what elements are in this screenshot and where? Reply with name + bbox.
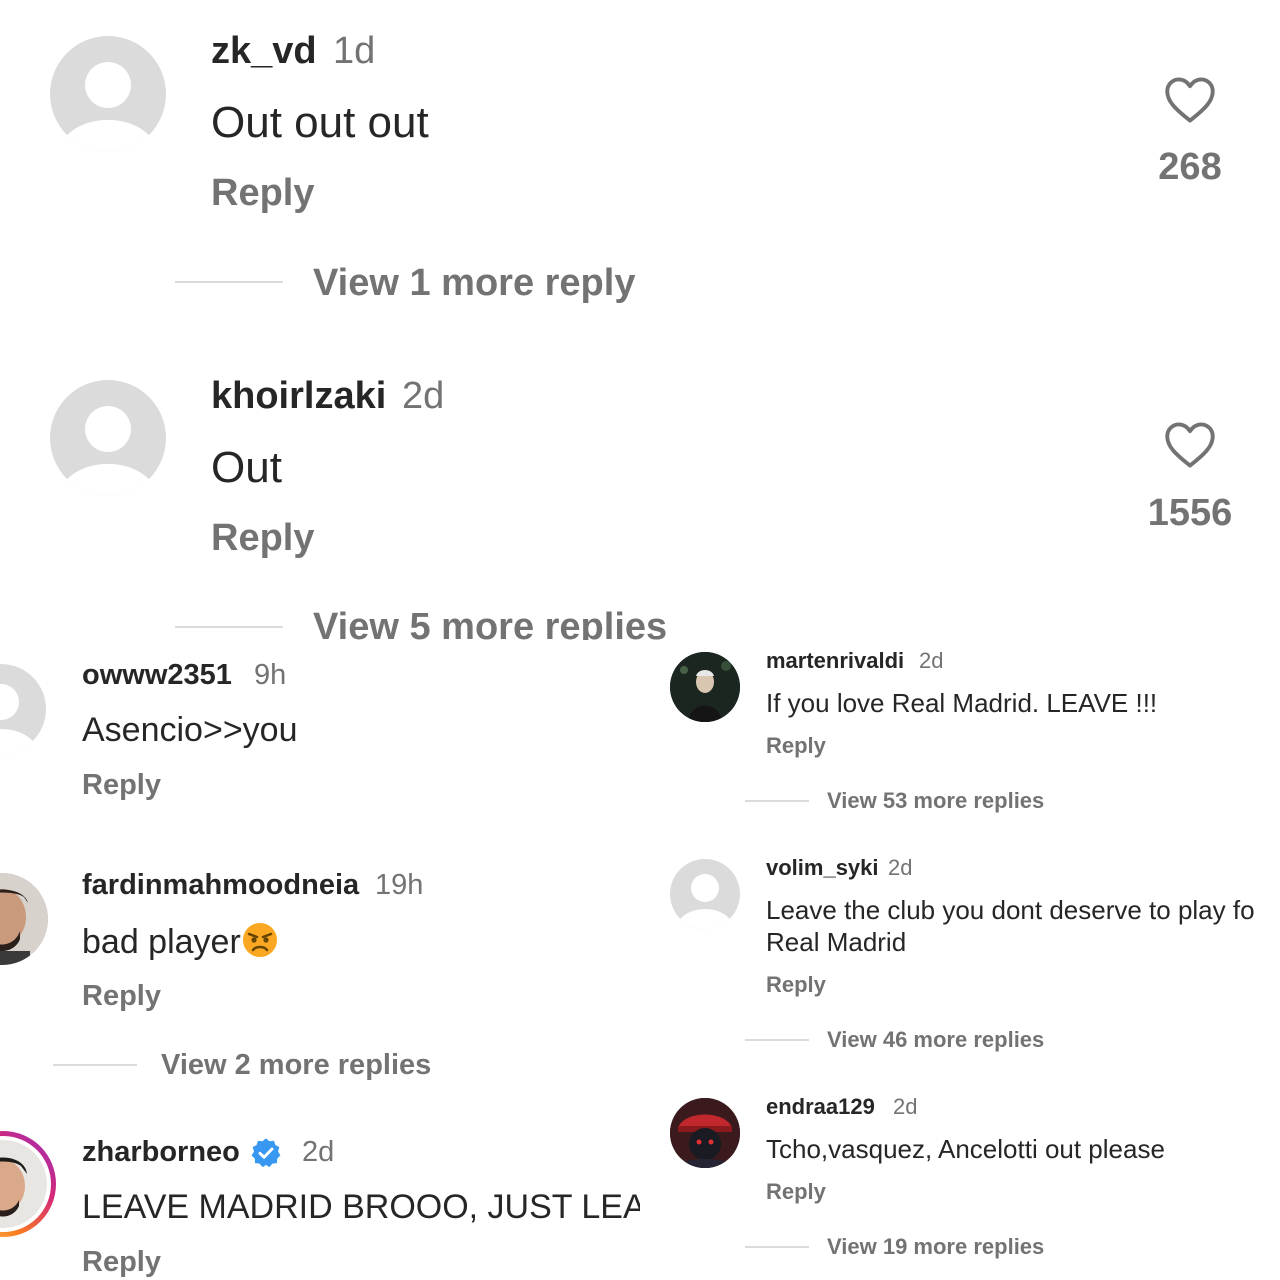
user-avatar[interactable] (0, 873, 48, 965)
right-screenshot-panel: martenrivaldi 2d If you love Real Madrid… (640, 640, 1280, 1280)
divider-line (175, 281, 283, 283)
default-avatar-icon[interactable] (50, 380, 166, 496)
comment-username[interactable]: martenrivaldi (766, 648, 904, 674)
user-avatar[interactable] (670, 1098, 740, 1168)
reply-button[interactable]: Reply (766, 972, 826, 998)
comment-timestamp: 2d (919, 648, 944, 673)
comment-timestamp: 2d (402, 375, 445, 417)
comment-username[interactable]: owww2351 (82, 659, 232, 692)
comment-username[interactable]: khoirlzaki (211, 375, 386, 418)
comment-username[interactable]: fardinmahmoodneia (82, 869, 359, 902)
comment-text: Tcho,vasquez, Ancelotti out please (766, 1134, 1165, 1164)
comment-timestamp: 1d (333, 30, 376, 72)
angry-face-emoji-icon (242, 923, 277, 957)
user-avatar[interactable] (670, 652, 740, 722)
divider-line (745, 1246, 809, 1248)
comment-username[interactable]: zk_vd (211, 30, 317, 73)
reply-button[interactable]: Reply (82, 769, 161, 802)
comment-timestamp: 2d (893, 1094, 918, 1119)
reply-button[interactable]: Reply (766, 733, 826, 759)
comment-text: Leave the club you dont deserve to play … (766, 895, 1255, 957)
view-more-replies-button[interactable]: View 5 more replies (313, 606, 667, 640)
divider-line (745, 800, 809, 802)
comment-text: LEAVE MADRID BROOO, JUST LEAV (82, 1188, 640, 1226)
reply-button[interactable]: Reply (82, 1246, 161, 1279)
heart-icon[interactable] (1164, 76, 1216, 124)
comment-text: Asencio>>you (82, 711, 298, 749)
username-text[interactable]: zharborneo (82, 1136, 240, 1168)
comment-username[interactable]: endraa129 (766, 1094, 875, 1120)
divider-line (745, 1039, 809, 1041)
comment-text-content: bad player (82, 923, 241, 961)
comment-username[interactable]: volim_syki (766, 855, 879, 881)
default-avatar-icon[interactable] (50, 36, 166, 152)
reply-button[interactable]: Reply (211, 172, 314, 215)
view-more-replies-button[interactable]: View 19 more replies (827, 1234, 1044, 1260)
comment-text: bad player (82, 921, 279, 962)
comment-text: Out out out (211, 98, 429, 147)
comment-text: If you love Real Madrid. LEAVE !!! (766, 688, 1158, 718)
view-more-replies-button[interactable]: View 53 more replies (827, 788, 1044, 814)
comment-timestamp: 2d (888, 855, 913, 880)
default-avatar-icon[interactable] (0, 664, 46, 754)
view-more-replies-button[interactable]: View 2 more replies (161, 1049, 431, 1082)
top-screenshot-panel: zk_vd 1d Out out out Reply 268 View 1 mo… (0, 0, 1280, 640)
reply-button[interactable]: Reply (82, 980, 161, 1013)
comment-text: Out (211, 443, 282, 492)
left-screenshot-panel: owww2351 9h Asencio>>you Reply fardinmah… (0, 640, 640, 1280)
verified-badge-icon (251, 1138, 281, 1168)
view-more-replies-button[interactable]: View 1 more reply (313, 262, 635, 305)
like-count: 268 (1158, 146, 1222, 188)
comment-timestamp: 19h (375, 869, 424, 901)
divider-line (175, 626, 283, 628)
view-more-replies-button[interactable]: View 46 more replies (827, 1027, 1044, 1053)
comment-timestamp: 2d (302, 1136, 335, 1168)
reply-button[interactable]: Reply (766, 1179, 826, 1205)
comment-timestamp: 9h (254, 659, 287, 691)
story-ring-avatar[interactable] (0, 1131, 56, 1237)
like-count: 1556 (1147, 492, 1233, 534)
comment-username: zharborneo (82, 1136, 282, 1169)
reply-button[interactable]: Reply (211, 517, 314, 560)
default-avatar-icon[interactable] (670, 859, 740, 929)
divider-line (53, 1064, 137, 1066)
heart-icon[interactable] (1164, 421, 1216, 469)
